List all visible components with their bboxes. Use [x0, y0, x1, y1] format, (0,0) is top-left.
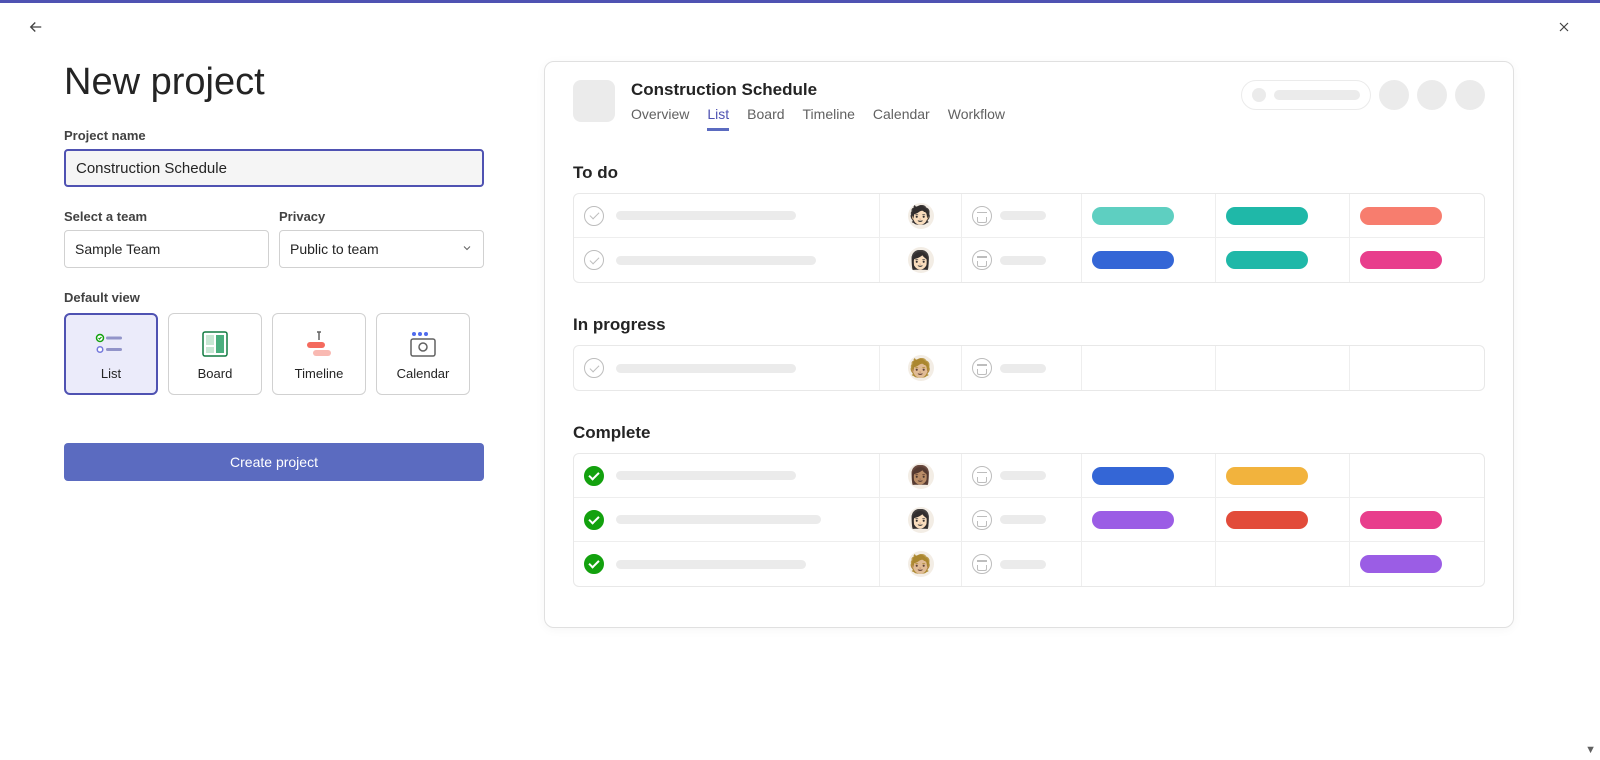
task-row[interactable]: 🧑🏻: [574, 194, 1484, 238]
tag-pill: [1092, 511, 1174, 529]
check-icon[interactable]: [584, 466, 604, 486]
check-icon[interactable]: [584, 250, 604, 270]
back-button[interactable]: [20, 11, 52, 43]
date-placeholder: [1000, 364, 1046, 373]
task-row[interactable]: 👩🏻: [574, 498, 1484, 542]
check-icon[interactable]: [584, 554, 604, 574]
tag-pill: [1360, 207, 1442, 225]
section-title: To do: [573, 163, 1485, 183]
view-label: Calendar: [397, 366, 450, 381]
view-label: List: [101, 366, 121, 381]
tab-workflow[interactable]: Workflow: [948, 106, 1005, 131]
date-icon[interactable]: [972, 554, 992, 574]
project-icon-placeholder: [573, 80, 615, 122]
task-row[interactable]: 👩🏽: [574, 454, 1484, 498]
date-icon[interactable]: [972, 510, 992, 530]
team-select[interactable]: Sample Team: [64, 230, 269, 268]
check-icon[interactable]: [584, 510, 604, 530]
create-project-button[interactable]: Create project: [64, 443, 484, 481]
privacy-label: Privacy: [279, 209, 484, 224]
share-placeholder: [1241, 80, 1371, 110]
timeline-icon: [299, 328, 339, 360]
task-name-placeholder: [616, 211, 796, 220]
task-name-placeholder: [616, 364, 796, 373]
list-icon: [91, 328, 131, 360]
assignee-avatar[interactable]: 🧑🏼: [908, 551, 934, 577]
scroll-down-icon: ▼: [1585, 744, 1596, 756]
view-option-calendar[interactable]: Calendar: [376, 313, 470, 395]
tag-pill: [1360, 555, 1442, 573]
assignee-avatar[interactable]: 🧑🏼: [908, 355, 934, 381]
check-icon[interactable]: [584, 206, 604, 226]
chevron-down-icon: [461, 241, 473, 257]
date-placeholder: [1000, 256, 1046, 265]
tag-pill: [1360, 251, 1442, 269]
tab-list[interactable]: List: [707, 106, 729, 131]
view-label: Timeline: [295, 366, 344, 381]
view-option-timeline[interactable]: Timeline: [272, 313, 366, 395]
task-row[interactable]: 🧑🏼: [574, 346, 1484, 390]
tag-pill: [1226, 207, 1308, 225]
date-placeholder: [1000, 211, 1046, 220]
preview-title: Construction Schedule: [631, 80, 1005, 100]
section-title: In progress: [573, 315, 1485, 335]
task-name-placeholder: [616, 515, 821, 524]
team-value: Sample Team: [75, 241, 160, 257]
member-avatar-placeholder: [1455, 80, 1485, 110]
date-placeholder: [1000, 471, 1046, 480]
assignee-avatar[interactable]: 👩🏽: [908, 463, 934, 489]
tag-pill: [1226, 511, 1308, 529]
member-avatar-placeholder: [1417, 80, 1447, 110]
tab-overview[interactable]: Overview: [631, 106, 689, 131]
calendar-icon: [403, 328, 443, 360]
date-icon[interactable]: [972, 206, 992, 226]
task-name-placeholder: [616, 256, 816, 265]
default-view-label: Default view: [64, 290, 484, 305]
tab-timeline[interactable]: Timeline: [803, 106, 855, 131]
task-row[interactable]: 👩🏻: [574, 238, 1484, 282]
board-icon: [195, 328, 235, 360]
view-label: Board: [198, 366, 233, 381]
project-name-input[interactable]: [64, 149, 484, 187]
date-placeholder: [1000, 560, 1046, 569]
task-name-placeholder: [616, 560, 806, 569]
privacy-select[interactable]: Public to team: [279, 230, 484, 268]
task-row[interactable]: 🧑🏼: [574, 542, 1484, 586]
date-placeholder: [1000, 515, 1046, 524]
member-avatar-placeholder: [1379, 80, 1409, 110]
view-option-board[interactable]: Board: [168, 313, 262, 395]
close-button[interactable]: [1548, 11, 1580, 43]
date-icon[interactable]: [972, 358, 992, 378]
view-option-list[interactable]: List: [64, 313, 158, 395]
check-icon[interactable]: [584, 358, 604, 378]
tag-pill: [1092, 207, 1174, 225]
assignee-avatar[interactable]: 👩🏻: [908, 507, 934, 533]
assignee-avatar[interactable]: 🧑🏻: [908, 203, 934, 229]
page-title: New project: [64, 61, 484, 104]
tab-calendar[interactable]: Calendar: [873, 106, 930, 131]
tab-board[interactable]: Board: [747, 106, 784, 131]
project-name-label: Project name: [64, 128, 484, 143]
date-icon[interactable]: [972, 250, 992, 270]
tag-pill: [1226, 251, 1308, 269]
preview-panel: Construction Schedule Overview List Board T…: [544, 61, 1514, 628]
section-title: Complete: [573, 423, 1485, 443]
tag-pill: [1360, 511, 1442, 529]
tag-pill: [1226, 467, 1308, 485]
team-label: Select a team: [64, 209, 269, 224]
tag-pill: [1092, 467, 1174, 485]
date-icon[interactable]: [972, 466, 992, 486]
task-name-placeholder: [616, 471, 796, 480]
privacy-value: Public to team: [290, 241, 379, 257]
assignee-avatar[interactable]: 👩🏻: [908, 247, 934, 273]
tag-pill: [1092, 251, 1174, 269]
